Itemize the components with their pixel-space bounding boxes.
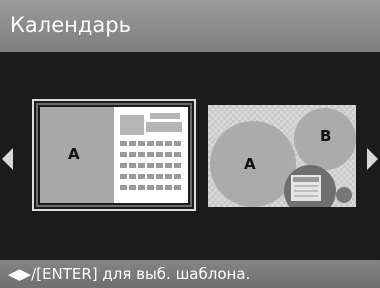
decor-circle — [336, 187, 352, 203]
hint-bar: ◀▶/[ENTER] для выб. шаблона. — [0, 260, 380, 288]
photo-label-a: A — [68, 145, 80, 163]
year-block — [150, 113, 180, 119]
template-option-2[interactable]: A B — [208, 105, 356, 207]
photo-label-a: A — [244, 155, 256, 173]
template-option-1-selected[interactable]: A — [32, 99, 196, 211]
photo-area-a: A — [40, 107, 114, 203]
template-1-preview: A — [40, 107, 188, 203]
photo-label-b: B — [320, 127, 332, 145]
screen-title: Календарь — [10, 13, 131, 37]
arrow-right-icon[interactable] — [367, 148, 378, 170]
template-selector: A A B — [0, 52, 380, 260]
mini-calendar — [291, 175, 321, 201]
title-bar: Календарь — [0, 0, 380, 52]
navigation-hint: ◀▶/[ENTER] для выб. шаблона. — [8, 265, 251, 283]
calendar-grid — [120, 141, 184, 199]
month-block — [120, 115, 144, 135]
title-block — [146, 122, 182, 132]
arrow-left-icon[interactable] — [2, 148, 13, 170]
